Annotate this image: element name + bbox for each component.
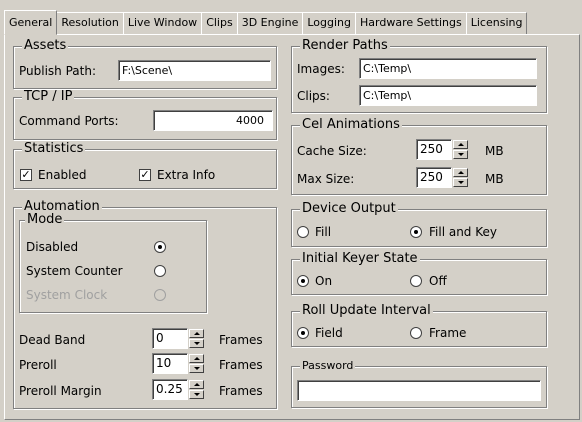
mode-system-counter-label: System Counter (26, 264, 123, 278)
tab-3d-engine[interactable]: 3D Engine (236, 12, 304, 35)
mode-title: Mode (25, 212, 65, 227)
keyer-off-label: Off (429, 274, 447, 288)
statistics-title: Statistics (22, 141, 86, 156)
assets-title: Assets (22, 38, 69, 53)
tcp-ip-group: TCP / IP Command Ports: 4000 (13, 90, 277, 140)
tab-clips[interactable]: Clips (201, 12, 238, 35)
device-output-group: Device Output Fill Fill and Key (291, 202, 547, 247)
cache-size-unit: MB (485, 144, 504, 158)
max-size-up-arrow-icon[interactable] (453, 168, 468, 177)
general-panel: Assets Publish Path: F:\Scene\ TCP / IP … (4, 34, 580, 420)
mode-disabled-radio[interactable] (154, 241, 166, 253)
cache-size-down-arrow-icon[interactable] (453, 150, 468, 159)
roll-update-group: Roll Update Interval Field Frame (291, 304, 547, 347)
roll-update-title: Roll Update Interval (300, 303, 433, 318)
dead-band-unit: Frames (219, 333, 263, 347)
tab-general[interactable]: General (4, 10, 58, 35)
preroll-margin-up-arrow-icon[interactable] (189, 380, 204, 389)
statistics-group: Statistics ✓ Enabled ✓ Extra Info (13, 142, 277, 189)
mode-system-counter-radio[interactable] (154, 265, 166, 277)
preroll-value[interactable]: 10 (152, 353, 188, 374)
preroll-margin-down-arrow-icon[interactable] (189, 390, 204, 399)
cel-animations-group: Cel Animations Cache Size: 250 MB Max Si… (291, 118, 547, 195)
field-radio[interactable] (297, 327, 309, 339)
cache-size-value[interactable]: 250 (416, 139, 452, 160)
field-label: Field (315, 326, 343, 340)
tab-bar: General Resolution Live Window Clips 3D … (4, 10, 528, 35)
cache-size-stepper[interactable]: 250 (416, 139, 468, 160)
password-title: Password (300, 359, 356, 373)
publish-path-input[interactable]: F:\Scene\ (118, 60, 271, 81)
max-size-unit: MB (485, 172, 504, 186)
mode-disabled-label: Disabled (26, 240, 79, 254)
automation-group: Automation Mode Disabled System Counter … (13, 200, 277, 409)
tab-logging[interactable]: Logging (302, 12, 357, 35)
assets-group: Assets Publish Path: F:\Scene\ (13, 39, 277, 89)
dead-band-value[interactable]: 0 (152, 328, 188, 349)
clips-path-input[interactable]: C:\Temp\ (359, 85, 537, 106)
preroll-up-arrow-icon[interactable] (189, 354, 204, 363)
command-ports-input[interactable]: 4000 (153, 110, 273, 131)
preroll-margin-value[interactable]: 0.25 (152, 379, 188, 400)
tab-live-window[interactable]: Live Window (122, 12, 203, 35)
dead-band-down-arrow-icon[interactable] (189, 339, 204, 348)
tab-hardware-settings[interactable]: Hardware Settings (355, 12, 467, 35)
extra-info-label: Extra Info (157, 168, 216, 182)
tab-resolution[interactable]: Resolution (56, 12, 124, 35)
images-path-input[interactable]: C:\Temp\ (359, 58, 537, 79)
keyer-state-title: Initial Keyer State (300, 251, 420, 266)
fill-and-key-radio[interactable] (410, 226, 422, 238)
preroll-stepper[interactable]: 10 (152, 353, 204, 374)
device-output-title: Device Output (300, 201, 398, 216)
command-ports-label: Command Ports: (19, 114, 119, 128)
fill-label: Fill (315, 225, 332, 239)
keyer-state-group: Initial Keyer State On Off (291, 252, 547, 295)
cache-size-up-arrow-icon[interactable] (453, 140, 468, 149)
render-paths-title: Render Paths (300, 38, 390, 53)
publish-path-label: Publish Path: (19, 64, 96, 78)
max-size-stepper[interactable]: 250 (416, 167, 468, 188)
frame-label: Frame (429, 326, 467, 340)
keyer-on-label: On (315, 274, 333, 288)
cache-size-label: Cache Size: (297, 144, 367, 158)
max-size-label: Max Size: (297, 172, 355, 186)
mode-system-clock-label: System Clock (26, 288, 108, 302)
cel-animations-title: Cel Animations (300, 117, 402, 132)
mode-group: Mode Disabled System Counter System Cloc… (19, 213, 207, 313)
mode-system-clock-radio (154, 289, 166, 301)
preroll-margin-stepper[interactable]: 0.25 (152, 379, 204, 400)
render-paths-group: Render Paths Images: C:\Temp\ Clips: C:\… (291, 39, 547, 113)
frame-radio[interactable] (410, 327, 422, 339)
images-label: Images: (297, 62, 345, 76)
enabled-label: Enabled (38, 168, 87, 182)
dead-band-stepper[interactable]: 0 (152, 328, 204, 349)
clips-label: Clips: (297, 89, 330, 103)
tab-licensing[interactable]: Licensing (465, 12, 528, 35)
enabled-checkbox[interactable]: ✓ (20, 169, 32, 181)
dead-band-up-arrow-icon[interactable] (189, 329, 204, 338)
preroll-label: Preroll (19, 358, 57, 372)
password-group: Password (291, 359, 547, 408)
preroll-down-arrow-icon[interactable] (189, 364, 204, 373)
fill-and-key-label: Fill and Key (429, 225, 497, 239)
tcp-ip-title: TCP / IP (22, 89, 75, 104)
preroll-margin-unit: Frames (219, 384, 263, 398)
dead-band-label: Dead Band (19, 333, 86, 347)
extra-info-checkbox[interactable]: ✓ (139, 169, 151, 181)
keyer-on-radio[interactable] (297, 275, 309, 287)
keyer-off-radio[interactable] (410, 275, 422, 287)
preroll-unit: Frames (219, 358, 263, 372)
password-input[interactable] (297, 380, 541, 401)
max-size-value[interactable]: 250 (416, 167, 452, 188)
max-size-down-arrow-icon[interactable] (453, 178, 468, 187)
fill-radio[interactable] (297, 226, 309, 238)
preroll-margin-label: Preroll Margin (19, 384, 102, 398)
